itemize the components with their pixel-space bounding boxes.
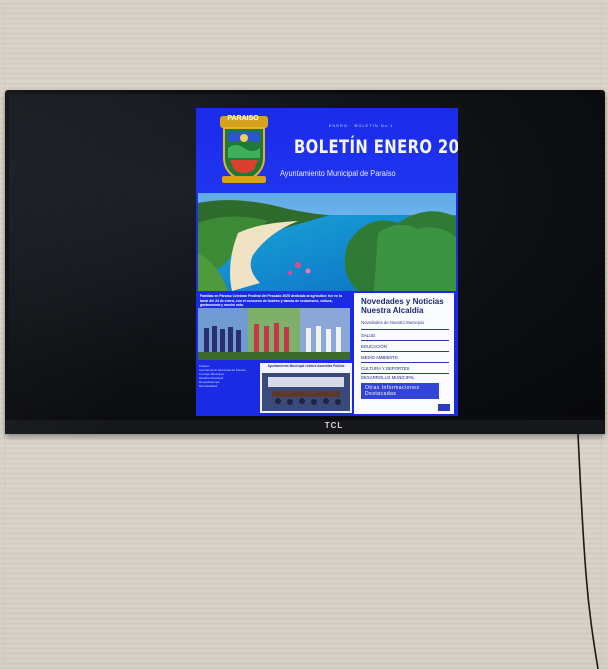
municipal-shield-logo <box>220 116 268 184</box>
festival-group-photo <box>198 308 350 360</box>
bulletin-lower-section: Familias en Paraíso Celebran Festival de… <box>196 291 458 416</box>
news-divider <box>361 329 449 330</box>
highlighted-info-button: Otras Informaciones Destacadas <box>361 383 439 399</box>
panel-footer-mark <box>438 404 450 411</box>
news-divider <box>361 362 449 363</box>
news-item-medio-ambiente: MEDIO AMBIENTE <box>361 355 399 360</box>
news-subheading: Novedades de Nuestro Municipio <box>361 320 425 325</box>
contact-notes: Paraíso Ayuntamiento Municipal de Paraís… <box>199 364 257 388</box>
news-item-desarrollo-municipal: DESARROLLO MUNICIPAL <box>361 375 415 380</box>
news-item-cultura-deportes: CULTURA Y DEPORTES <box>361 366 410 371</box>
edition-label: ENERO · BOLETÍN No.1 <box>328 123 394 128</box>
event-title: Ayuntamiento Municipal celebra Asamblea … <box>267 364 345 368</box>
bulletin-title: BOLETÍN ENERO 2025 <box>294 136 458 158</box>
bulletin-header: PARAISO ENERO · BOLETÍN No.1 BOLETÍN ENE… <box>196 108 458 193</box>
festival-caption: Familias en Paraíso Celebran Festival de… <box>200 294 342 307</box>
news-item-educacion: EDUCACIÓN <box>361 344 387 349</box>
logo-text: PARAISO <box>227 115 259 122</box>
news-item-salud: SALUD <box>361 333 376 338</box>
assembly-event-card: Ayuntamiento Municipal celebra Asamblea … <box>260 363 352 413</box>
news-panel: Novedades y Noticias Nuestra Alcaldía No… <box>354 293 454 414</box>
note-line: Municipalidad <box>199 384 218 388</box>
news-divider <box>361 340 449 341</box>
bulletin-poster: PARAISO ENERO · BOLETÍN No.1 BOLETÍN ENE… <box>196 108 458 416</box>
assembly-photo <box>262 373 350 411</box>
news-divider <box>361 351 449 352</box>
coastal-landscape-photo <box>198 193 456 291</box>
news-divider <box>361 373 449 374</box>
news-heading: Novedades y Noticias Nuestra Alcaldía <box>361 297 444 315</box>
tv-bottom-bezel <box>5 420 605 434</box>
tv-brand-label: TCL <box>324 421 344 430</box>
bulletin-subtitle: Ayuntamiento Municipal de Paraíso <box>280 169 396 178</box>
power-cable <box>577 434 599 669</box>
